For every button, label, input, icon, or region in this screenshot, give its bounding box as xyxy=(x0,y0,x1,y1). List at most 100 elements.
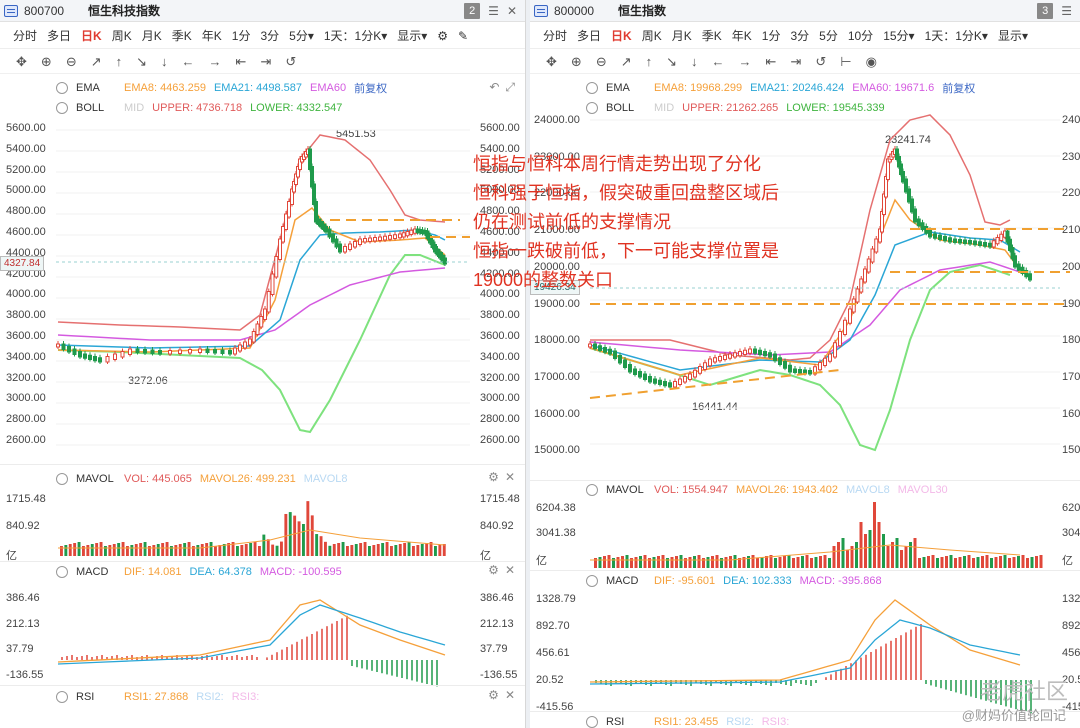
candle-body xyxy=(205,348,210,353)
candle-body xyxy=(723,354,727,360)
volume-bar xyxy=(733,555,737,568)
volume-bar xyxy=(832,546,836,568)
volume-bar xyxy=(706,557,710,568)
candle-body xyxy=(383,235,387,241)
candle-body xyxy=(978,241,982,246)
volume-bar xyxy=(258,546,261,556)
axis-tick-left: 37.79 xyxy=(6,643,34,655)
candle-body xyxy=(708,358,712,367)
candle-body xyxy=(688,373,692,380)
rsi-label[interactable]: RSI xyxy=(606,716,646,728)
volume-bar xyxy=(801,556,804,568)
volume-bar xyxy=(73,543,77,556)
gear-icon[interactable] xyxy=(56,473,68,485)
watermark: 老虎社区 xyxy=(979,679,1068,704)
volume-bar xyxy=(805,555,809,568)
close-icon[interactable]: ✕ xyxy=(505,688,515,702)
candle-body xyxy=(933,233,937,239)
volume-bar xyxy=(200,544,204,556)
candle-body xyxy=(78,351,82,358)
gear-icon[interactable] xyxy=(586,716,598,728)
axis-tick-left: 亿 xyxy=(536,555,547,567)
mavol-label[interactable]: MAVOL xyxy=(606,484,646,496)
candle-body xyxy=(409,229,414,235)
settings-icon[interactable]: ⚙ xyxy=(488,688,499,702)
candle-body xyxy=(143,349,147,354)
candle-body xyxy=(255,323,260,335)
volume-bar xyxy=(90,544,94,556)
candle-body xyxy=(113,353,117,360)
macd-value: MACD: -100.595 xyxy=(259,566,342,578)
candle-body xyxy=(693,369,697,378)
candle-body xyxy=(753,348,757,354)
candle-body xyxy=(916,218,921,227)
gear-icon[interactable] xyxy=(586,575,598,587)
volume-bar xyxy=(337,543,341,556)
macd-label[interactable]: MACD xyxy=(606,575,646,587)
volume-bar xyxy=(837,542,840,568)
mavol-label[interactable]: MAVOL xyxy=(76,473,116,485)
volume-bar xyxy=(873,502,876,568)
volume-bar xyxy=(288,512,292,556)
gear-icon[interactable] xyxy=(56,566,68,578)
annotation-line: 仍在测试前低的支撑情况 xyxy=(473,212,671,232)
rsi3-value: RSI3: xyxy=(231,691,260,703)
candle-body xyxy=(67,346,71,353)
candle-body xyxy=(168,350,172,355)
close-icon[interactable]: ✕ xyxy=(505,470,515,484)
candle-body xyxy=(703,362,707,370)
rsi3-value: RSI3: xyxy=(761,716,790,728)
candle-body xyxy=(988,242,992,248)
volume-bar xyxy=(416,545,420,556)
right-chart-panel: 800000 恒生指数 3 ☰ 分时 多日 日K 周K 月K 季K 年K 1分 … xyxy=(530,0,1080,728)
volume-bar xyxy=(425,543,429,556)
gear-icon[interactable] xyxy=(56,691,68,703)
volume-bar xyxy=(407,542,411,556)
volume-bar xyxy=(319,536,323,556)
volume-bar xyxy=(328,545,332,556)
boll-upper-line xyxy=(57,134,446,331)
volume-bar xyxy=(1017,556,1020,568)
volume-bar xyxy=(783,556,786,568)
candle-body xyxy=(324,226,328,233)
candle-body xyxy=(948,237,952,243)
candle-body xyxy=(848,308,852,324)
dea-value: DEA: 102.333 xyxy=(723,575,792,587)
volume-bar xyxy=(697,555,701,568)
volume-bar xyxy=(634,557,638,568)
macd-label[interactable]: MACD xyxy=(76,566,116,578)
volume-bar xyxy=(341,542,345,556)
rsi-label[interactable]: RSI xyxy=(76,691,116,703)
macd-value: MACD: -395.868 xyxy=(799,575,882,587)
candle-body xyxy=(338,243,342,253)
volume-bar xyxy=(796,557,800,568)
candle-body xyxy=(1028,273,1032,281)
candle-body xyxy=(270,273,275,295)
candle-body xyxy=(1016,263,1021,271)
candle-body xyxy=(808,370,812,375)
candle-body xyxy=(843,319,847,335)
settings-icon[interactable]: ⚙ xyxy=(488,563,499,577)
mavol30-value: MAVOL30 xyxy=(897,484,948,496)
axis-tick-left: 840.92 xyxy=(6,520,40,532)
candle-body xyxy=(378,236,382,241)
annotation-line: 19000的整数关口 xyxy=(473,270,614,290)
left-chart-canvas[interactable] xyxy=(0,0,526,728)
watermark-author: @财妈价值轮回记 xyxy=(961,708,1066,723)
right-chart-canvas[interactable] xyxy=(530,0,1080,728)
gear-icon[interactable] xyxy=(586,484,598,496)
volume-bar xyxy=(86,545,90,556)
candle-body xyxy=(358,238,362,245)
volume-bar xyxy=(688,557,692,568)
volume-bar xyxy=(904,546,908,568)
close-icon[interactable]: ✕ xyxy=(505,563,515,577)
volume-bar xyxy=(64,545,68,556)
candle-body xyxy=(758,349,762,355)
volume-bar xyxy=(420,544,424,556)
candle-body xyxy=(648,376,652,383)
candle-body xyxy=(643,373,647,380)
settings-icon[interactable]: ⚙ xyxy=(488,470,499,484)
volume-bar xyxy=(363,542,367,556)
candle-body xyxy=(733,352,737,358)
annotation-line: 恒科强于恒指，假突破重回盘整区域后 xyxy=(473,183,779,203)
